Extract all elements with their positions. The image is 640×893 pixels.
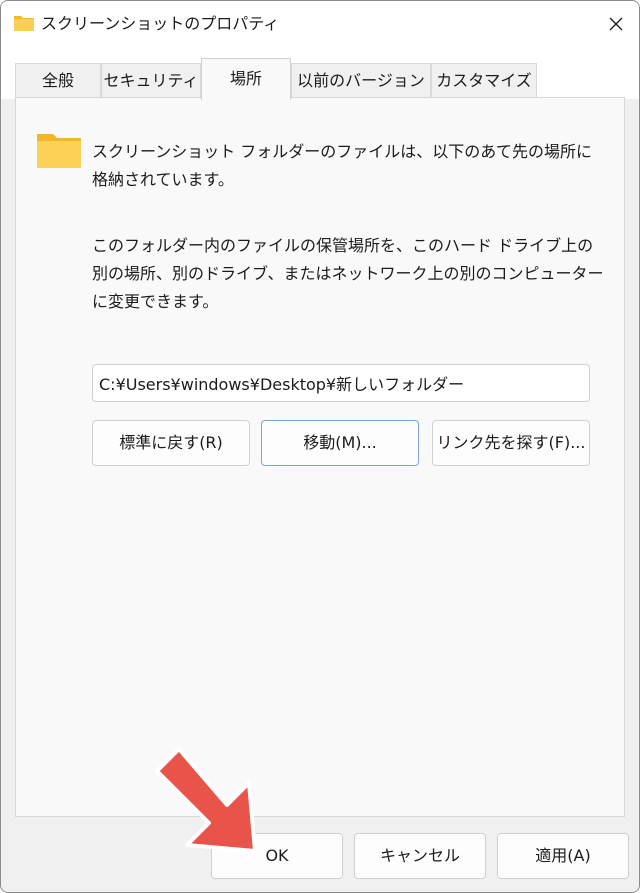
title-bar: スクリーンショットのプロパティ — [1, 1, 639, 47]
restore-default-button[interactable]: 標準に戻す(R) — [92, 420, 250, 466]
location-info-text: スクリーンショット フォルダーのファイルは、以下のあて先の場所に格納されています… — [92, 142, 592, 189]
move-button[interactable]: 移動(M)... — [261, 420, 419, 466]
close-icon — [609, 17, 623, 31]
location-path-input[interactable] — [92, 364, 590, 402]
tab-location[interactable]: 場所 — [201, 58, 291, 100]
location-panel: スクリーンショット フォルダーのファイルは、以下のあて先の場所に格納されています… — [15, 97, 625, 817]
tab-previous-versions[interactable]: 以前のバージョン — [291, 63, 431, 97]
apply-button[interactable]: 適用(A) — [497, 833, 629, 879]
properties-dialog: スクリーンショットのプロパティ 全般 セキュリティ 場所 以前のバージョン カス… — [0, 0, 640, 893]
folder-icon — [14, 16, 34, 31]
close-button[interactable] — [593, 1, 639, 47]
tab-general[interactable]: 全般 — [15, 63, 101, 97]
dialog-footer: OK キャンセル 適用(A) — [1, 817, 639, 892]
find-target-button[interactable]: リンク先を探す(F)... — [432, 420, 590, 466]
tab-customize[interactable]: カスタマイズ — [431, 63, 537, 97]
folder-icon — [37, 134, 81, 168]
callout-arrow-icon — [155, 747, 257, 853]
tab-security[interactable]: セキュリティ — [101, 63, 201, 97]
tab-strip: 全般 セキュリティ 場所 以前のバージョン カスタマイズ — [1, 47, 639, 100]
location-description-text: このフォルダー内のファイルの保管場所を、このハード ドライブ上の別の場所、別のド… — [92, 236, 604, 311]
cancel-button[interactable]: キャンセル — [354, 833, 486, 879]
window-title: スクリーンショットのプロパティ — [41, 14, 280, 33]
